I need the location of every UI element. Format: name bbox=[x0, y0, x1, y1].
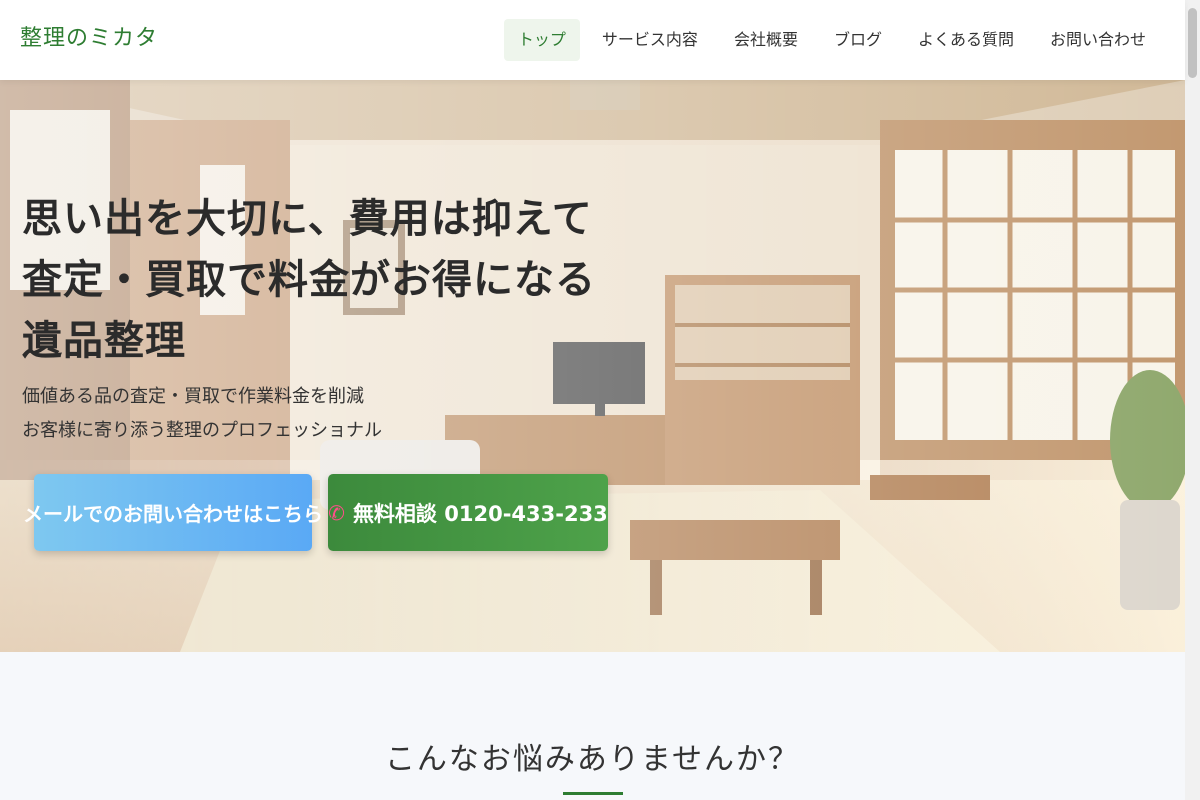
nav-item-contact[interactable]: お問い合わせ bbox=[1036, 19, 1160, 61]
hero-headline: 思い出を大切に、費用は抑えて 査定・買取で料金がお得になる 遺品整理 bbox=[22, 188, 596, 371]
nav-item-top[interactable]: トップ bbox=[503, 19, 580, 61]
phone-icon: ✆ bbox=[328, 500, 345, 525]
phone-consult-button-label: 無料相談 0120-433-233 bbox=[352, 501, 608, 526]
section-title: こんなお悩みありませんか？ bbox=[384, 742, 801, 777]
email-contact-button-label: メールでのお問い合わせはこちら bbox=[23, 502, 323, 526]
site-header: 整理のミカタ トップ サービス内容 会社概要 ブログ よくある質問 お問い合わせ bbox=[0, 0, 1185, 80]
phone-consult-button[interactable]: ✆ 無料相談 0120-433-233 bbox=[328, 474, 608, 551]
hero-subtext-line: 価値ある品の査定・買取で作業料金を削減 bbox=[22, 386, 364, 407]
hero-subtext-line: お客様に寄り添う整理のプロフェッショナル bbox=[22, 420, 382, 441]
nav-item-company[interactable]: 会社概要 bbox=[720, 19, 812, 61]
hero-headline-line: 思い出を大切に、費用は抑えて bbox=[22, 195, 593, 242]
concerns-section: こんなお悩みありませんか？ bbox=[0, 652, 1185, 800]
scrollbar-thumb[interactable] bbox=[1188, 8, 1197, 78]
hero-subtext: 価値ある品の査定・買取で作業料金を削減 お客様に寄り添う整理のプロフェッショナル bbox=[22, 380, 382, 448]
section-title-underline bbox=[563, 792, 623, 795]
page-scrollbar[interactable] bbox=[1185, 0, 1200, 800]
main-nav: トップ サービス内容 会社概要 ブログ よくある質問 お問い合わせ bbox=[496, 19, 1160, 61]
hero-headline-line: 査定・買取で料金がお得になる bbox=[22, 256, 596, 303]
hero-section: 思い出を大切に、費用は抑えて 査定・買取で料金がお得になる 遺品整理 価値ある品… bbox=[0, 80, 1185, 652]
email-contact-button[interactable]: メールでのお問い合わせはこちら bbox=[23, 474, 323, 551]
hero-headline-line: 遺品整理 bbox=[22, 317, 186, 364]
nav-item-blog[interactable]: ブログ bbox=[820, 19, 896, 61]
nav-item-services[interactable]: サービス内容 bbox=[588, 19, 712, 61]
site-logo[interactable]: 整理のミカタ bbox=[20, 20, 158, 52]
nav-item-faq[interactable]: よくある質問 bbox=[904, 19, 1028, 61]
